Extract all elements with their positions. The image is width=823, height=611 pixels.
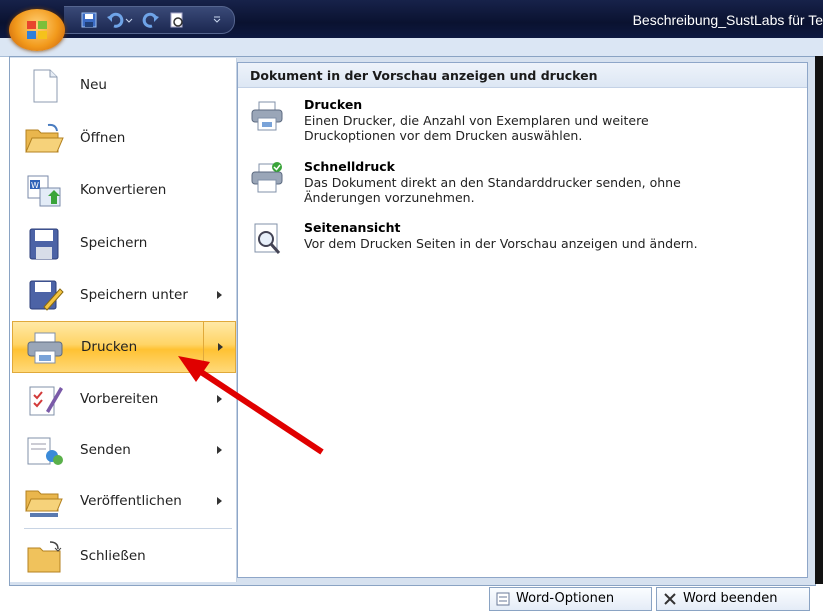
convert-icon: W (27, 175, 61, 207)
menu-item-oeffnen[interactable]: Öffnen (12, 113, 234, 163)
desc-line: Änderungen vorzunehmen. (304, 190, 475, 205)
printer-icon (27, 332, 63, 364)
open-folder-icon (25, 123, 64, 153)
save-as-icon (29, 280, 64, 311)
word-options-button[interactable]: Word-Optionen (489, 587, 652, 611)
redo-icon[interactable] (142, 11, 160, 29)
menu-item-label: Vorbereiten (80, 391, 159, 407)
menu-item-label: Speichern unter (80, 287, 188, 303)
menu-item-label: Öffnen (80, 130, 126, 146)
menu-item-label: Senden (80, 442, 131, 458)
new-document-icon (33, 69, 58, 103)
desc-line: Druckoptionen vor dem Drucken auswählen. (304, 128, 583, 143)
close-folder-icon (27, 541, 62, 573)
quick-print-icon (251, 162, 283, 193)
menu-item-label: Veröffentlichen (80, 493, 182, 509)
menu-item-label: Drucken (81, 339, 138, 355)
submenu-item-desc: Einen Drucker, die Anzahl von Exemplaren… (304, 113, 794, 143)
undo-dropdown-icon[interactable] (124, 11, 134, 29)
menu-item-label: Schließen (80, 548, 146, 564)
menu-item-vorbereiten[interactable]: Vorbereiten (12, 374, 234, 424)
desc-line: Das Dokument direkt an den Standarddruck… (304, 175, 681, 190)
exit-word-button[interactable]: Word beenden (656, 587, 810, 611)
menu-item-label: Speichern (80, 235, 148, 251)
submenu-header-text: Dokument in der Vorschau anzeigen und dr… (250, 68, 598, 83)
submenu-item-drucken[interactable]: Drucken Einen Drucker, die Anzahl von Ex… (246, 97, 801, 147)
menu-item-neu[interactable]: Neu (12, 60, 234, 110)
word-options-label: Word-Optionen (516, 591, 615, 606)
menu-item-schliessen[interactable]: Schließen (12, 531, 234, 581)
menu-item-veroeffentlichen[interactable]: Veröffentlichen (12, 476, 234, 526)
save-icon[interactable] (80, 11, 98, 29)
menu-item-drucken[interactable]: Drucken (12, 321, 236, 373)
submenu-panel: Dokument in der Vorschau anzeigen und dr… (237, 62, 808, 578)
menu-item-speichern[interactable]: Speichern (12, 218, 234, 268)
office-logo-icon (27, 21, 47, 39)
submenu-arrow-icon (217, 291, 222, 299)
submenu-arrow-icon (217, 497, 222, 505)
document-edge (815, 56, 823, 584)
submenu-item-desc: Das Dokument direkt an den Standarddruck… (304, 175, 794, 205)
submenu-item-schnelldruck[interactable]: Schnelldruck Das Dokument direkt an den … (246, 159, 801, 209)
title-bar: Beschreibung_SustLabs für Te (0, 0, 823, 38)
publish-icon (25, 490, 63, 517)
svg-text:W: W (31, 181, 39, 190)
menu-item-senden[interactable]: Senden (12, 425, 234, 475)
menu-item-konvertieren[interactable]: W Konvertieren (12, 165, 234, 215)
printer-icon (251, 101, 283, 131)
submenu-item-title: Drucken (304, 97, 363, 112)
customize-toolbar-icon[interactable] (212, 11, 222, 29)
print-preview-icon (254, 223, 281, 254)
prepare-icon (29, 386, 63, 416)
split-divider (203, 322, 204, 372)
options-icon (496, 592, 510, 606)
office-button[interactable] (9, 9, 65, 51)
menu-item-label: Neu (80, 77, 107, 93)
menu-item-label: Konvertieren (80, 182, 167, 198)
submenu-arrow-icon (217, 395, 222, 403)
menu-divider (24, 528, 232, 529)
send-icon (27, 437, 63, 465)
desc-line: Vor dem Drucken Seiten in der Vorschau a… (304, 236, 698, 251)
submenu-item-seitenansicht[interactable]: Seitenansicht Vor dem Drucken Seiten in … (246, 220, 801, 260)
submenu-item-title: Seitenansicht (304, 220, 401, 235)
submenu-header: Dokument in der Vorschau anzeigen und dr… (238, 63, 807, 88)
submenu-item-title: Schnelldruck (304, 159, 395, 174)
save-icon (29, 228, 59, 260)
print-preview-icon[interactable] (168, 11, 186, 29)
undo-icon[interactable] (106, 11, 124, 29)
window-title: Beschreibung_SustLabs für Te (632, 12, 823, 28)
ribbon-strip (0, 38, 823, 57)
exit-word-label: Word beenden (683, 591, 778, 606)
submenu-arrow-icon[interactable] (218, 343, 223, 351)
close-icon (664, 593, 676, 605)
submenu-arrow-icon (217, 446, 222, 454)
submenu-item-desc: Vor dem Drucken Seiten in der Vorschau a… (304, 236, 794, 251)
quick-access-toolbar (64, 6, 235, 34)
menu-item-speichern-unter[interactable]: Speichern unter (12, 270, 234, 320)
desc-line: Einen Drucker, die Anzahl von Exemplaren… (304, 113, 649, 128)
